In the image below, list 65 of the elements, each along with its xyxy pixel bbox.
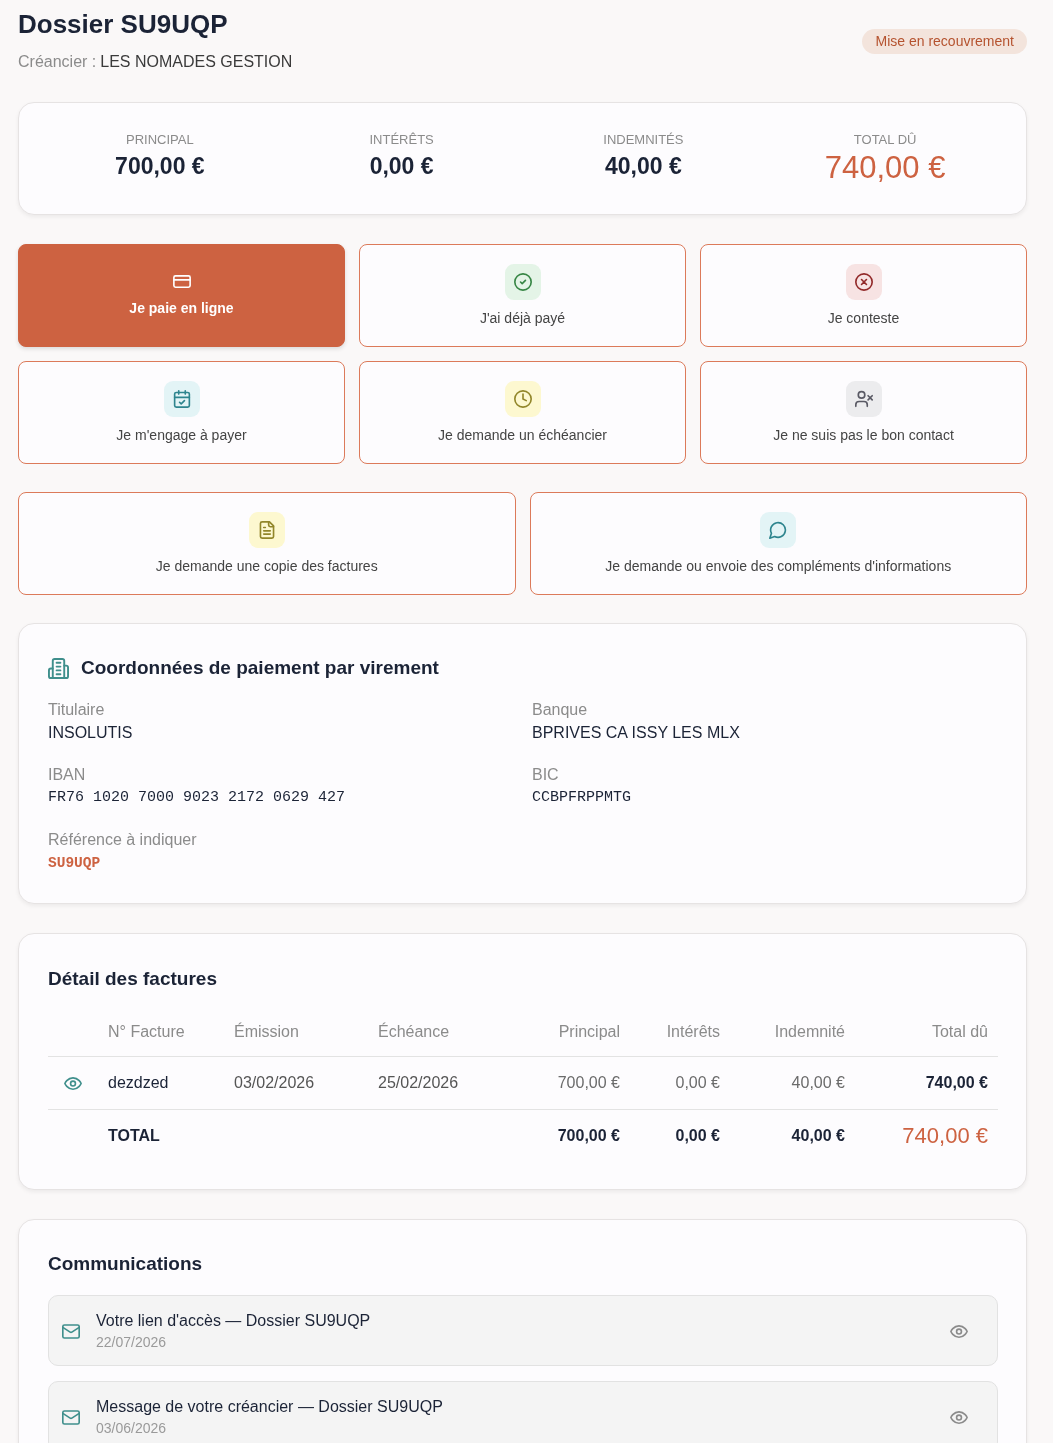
already-paid-button[interactable]: J'ai déjà payé <box>359 244 686 347</box>
amount-label: TOTAL DÛ <box>853 131 917 149</box>
message-subject: Votre lien d'accès — Dossier SU9UQP <box>96 1311 371 1331</box>
credit-card-icon <box>172 274 191 288</box>
payment-plan-button[interactable]: Je demande un échéancier <box>359 361 686 464</box>
building-icon <box>48 657 69 679</box>
section-title: Communications <box>48 1252 203 1276</box>
column-header: Principal <box>558 1023 620 1040</box>
column-header: Émission <box>234 1023 299 1040</box>
principal-amount: 700,00 € <box>557 1074 620 1091</box>
message-date: 03/06/2026 <box>96 1419 167 1437</box>
mail-icon <box>62 1409 80 1425</box>
message-subject: Message de votre créancier — Dossier SU9UQP <box>96 1397 443 1417</box>
code-value: FR76 1020 7000 9023 2172 0629 427 <box>48 788 346 808</box>
total-indemnity: 40,00 € <box>791 1127 845 1144</box>
eye-icon[interactable] <box>64 1076 82 1090</box>
amount-label: PRINCIPAL <box>126 131 194 149</box>
information-request-button[interactable]: Je demande ou envoie des compléments d'informations <box>529 492 1027 595</box>
promise-to-pay-button[interactable]: Je m'engage à payer <box>18 361 345 464</box>
grand-total: 740,00 € <box>902 1123 988 1148</box>
invoice-number: dezdzed <box>108 1074 169 1091</box>
field-label: Référence à indiquer <box>48 830 197 850</box>
total-amount: 740,00 € <box>824 151 946 185</box>
amount-value: 0,00 € <box>369 153 434 179</box>
interest-amount: 0,00 € <box>675 1074 720 1091</box>
field-label: BIC <box>532 765 559 785</box>
section-title: Détail des factures <box>48 967 217 991</box>
total-label: TOTAL <box>108 1127 160 1144</box>
pay-online-button[interactable]: Je paie en ligne <box>18 244 345 347</box>
due-date: 25/02/2026 <box>378 1074 459 1091</box>
dispute-button[interactable]: Je conteste <box>700 244 1027 347</box>
amount-value: 700,00 € <box>115 153 205 179</box>
section-title: Coordonnées de paiement par virement <box>81 656 439 680</box>
message-date: 22/07/2026 <box>96 1333 167 1351</box>
amount-label: INDEMNITÉS <box>603 131 684 149</box>
total-interest: 0,00 € <box>675 1127 720 1144</box>
amount-value: 40,00 € <box>605 153 682 179</box>
indemnity-amount: 40,00 € <box>791 1074 845 1091</box>
column-header: Indemnité <box>774 1023 845 1040</box>
column-header: N° Facture <box>108 1023 185 1040</box>
field-value: INSOLUTIS <box>48 723 133 743</box>
page-title: Dossier SU9UQP <box>18 8 228 40</box>
message-item[interactable]: Message de votre créancier — Dossier SU9UQP 03/06/2026 <box>48 1381 998 1443</box>
status-badge: Mise en recouvrement <box>862 29 1027 54</box>
eye-icon[interactable] <box>950 1410 968 1424</box>
total-principal: 700,00 € <box>557 1127 620 1144</box>
amount-label: INTÉRÊTS <box>369 131 434 149</box>
column-header: Échéance <box>378 1023 450 1040</box>
field-label: IBAN <box>48 765 86 785</box>
reference-value: SU9UQP <box>48 854 101 873</box>
eye-icon[interactable] <box>950 1324 968 1338</box>
message-item[interactable]: Votre lien d'accès — Dossier SU9UQP 22/07/2026 <box>48 1295 998 1366</box>
issue-date: 03/02/2026 <box>234 1074 315 1091</box>
field-label: Banque <box>532 700 588 720</box>
mail-icon <box>62 1323 80 1339</box>
creditor-name: LES NOMADES GESTION <box>100 52 293 72</box>
field-value: BPRIVES CA ISSY LES MLX <box>532 723 740 743</box>
field-label: Titulaire <box>48 700 105 720</box>
column-header: Intérêts <box>666 1023 720 1040</box>
code-value: CCBPFRPPMTG <box>532 788 632 808</box>
row-total-amount: 740,00 € <box>925 1074 988 1091</box>
creditor-label: Créancier : <box>18 52 97 72</box>
invoice-copy-button[interactable]: Je demande une copie des factures <box>18 492 516 595</box>
column-header: Total dû <box>931 1023 988 1040</box>
wrong-contact-button[interactable]: Je ne suis pas le bon contact <box>700 361 1027 464</box>
